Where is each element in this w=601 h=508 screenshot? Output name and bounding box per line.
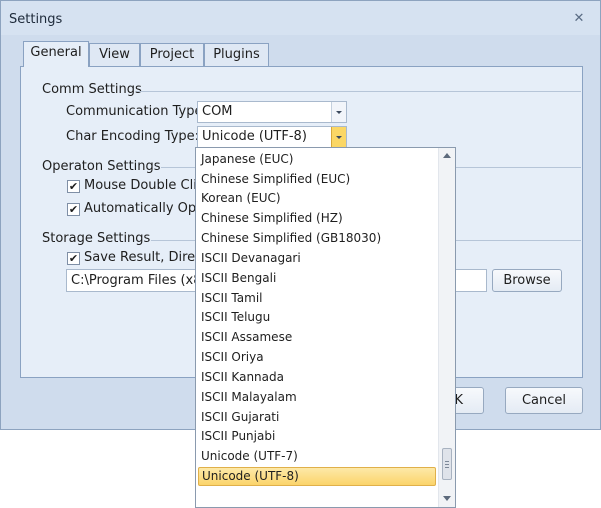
operation-settings-heading: Operaton Settings — [42, 159, 161, 174]
mouse-double-click-checkbox[interactable]: ✔ — [67, 180, 80, 193]
encoding-option-iscii-assamese[interactable]: ISCII Assamese — [198, 328, 436, 347]
encoding-option-iscii-bengali[interactable]: ISCII Bengali — [198, 269, 436, 288]
grip-line — [445, 467, 449, 468]
encoding-option-iscii-punjabi[interactable]: ISCII Punjabi — [198, 427, 436, 446]
grip-line — [445, 464, 449, 465]
automatically-open-checkbox[interactable]: ✔ — [67, 203, 80, 216]
encoding-option-unicode-utf8[interactable]: Unicode (UTF-8) — [198, 467, 436, 486]
encoding-option-korean-euc[interactable]: Korean (EUC) — [198, 189, 436, 208]
encoding-option-iscii-gujarati[interactable]: ISCII Gujarati — [198, 408, 436, 427]
char-encoding-label: Char Encoding Type: — [66, 129, 200, 144]
save-result-checkbox[interactable]: ✔ — [67, 252, 80, 265]
title-bar: Settings ✕ — [1, 1, 600, 35]
scroll-down-icon[interactable] — [443, 496, 451, 501]
storage-directory-value: C:\Program Files (x86) — [71, 273, 215, 288]
encoding-option-iscii-oriya[interactable]: ISCII Oriya — [198, 348, 436, 367]
communication-type-label: Communication Type: — [66, 104, 207, 119]
encoding-option-chinese-simplified-gb18030[interactable]: Chinese Simplified (GB18030) — [198, 229, 436, 248]
tab-plugins[interactable]: Plugins — [204, 43, 269, 66]
char-encoding-dropdown-list[interactable]: Japanese (EUC) Chinese Simplified (EUC) … — [195, 147, 456, 508]
group-divider — [137, 91, 581, 92]
storage-settings-heading: Storage Settings — [42, 231, 151, 246]
encoding-option-japanese-euc[interactable]: Japanese (EUC) — [198, 150, 436, 169]
encoding-option-iscii-tamil[interactable]: ISCII Tamil — [198, 289, 436, 308]
window-title: Settings — [9, 12, 63, 27]
encoding-option-iscii-kannada[interactable]: ISCII Kannada — [198, 368, 436, 387]
encoding-option-unicode-utf7[interactable]: Unicode (UTF-7) — [198, 447, 436, 466]
tab-general[interactable]: General — [23, 41, 89, 67]
scroll-up-icon[interactable] — [443, 153, 451, 158]
char-encoding-select[interactable]: Unicode (UTF-8) — [197, 126, 347, 148]
communication-type-value: COM — [202, 104, 233, 119]
mouse-double-click-label: Mouse Double Click — [84, 178, 212, 193]
char-encoding-dropdown-button[interactable] — [331, 127, 346, 147]
comm-settings-heading: Comm Settings — [42, 82, 142, 97]
dropdown-scrollbar[interactable] — [438, 148, 455, 507]
chevron-down-icon — [336, 111, 342, 114]
cancel-button[interactable]: Cancel — [505, 387, 583, 414]
tab-project[interactable]: Project — [140, 43, 204, 66]
encoding-option-chinese-simplified-hz[interactable]: Chinese Simplified (HZ) — [198, 209, 436, 228]
encoding-option-iscii-telugu[interactable]: ISCII Telugu — [198, 308, 436, 327]
scrollbar-thumb[interactable] — [442, 448, 452, 480]
browse-button[interactable]: Browse — [492, 269, 562, 292]
close-icon[interactable]: ✕ — [571, 11, 587, 27]
automatically-open-label: Automatically Open — [84, 201, 213, 216]
char-encoding-value: Unicode (UTF-8) — [202, 129, 307, 144]
encoding-option-iscii-devanagari[interactable]: ISCII Devanagari — [198, 249, 436, 268]
encoding-option-iscii-malayalam[interactable]: ISCII Malayalam — [198, 388, 436, 407]
encoding-option-chinese-simplified-euc[interactable]: Chinese Simplified (EUC) — [198, 170, 436, 189]
grip-line — [445, 461, 449, 462]
communication-type-dropdown-button[interactable] — [331, 102, 346, 122]
chevron-down-icon — [336, 136, 342, 139]
tab-view[interactable]: View — [89, 43, 140, 66]
communication-type-select[interactable]: COM — [197, 101, 347, 123]
